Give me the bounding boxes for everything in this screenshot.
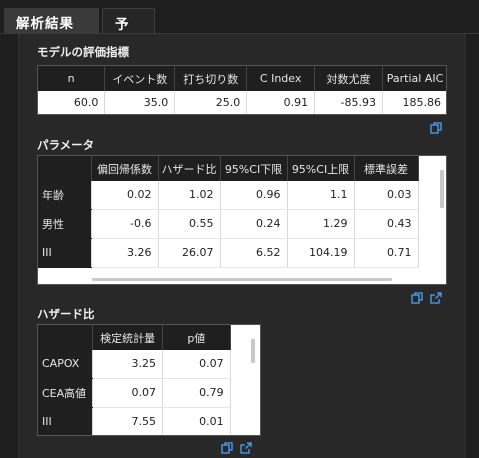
column-header: p値 [162,325,231,350]
vertical-scrollbar[interactable] [440,170,444,208]
column-header: 対数尤度 [314,66,383,91]
column-header [38,325,94,350]
column-header: 検定統計量 [92,325,163,350]
column-header: 95%CI上限 [287,156,355,181]
table-row: 年齢 0.02 1.02 0.96 1.1 0.03 [38,181,436,210]
table-cell: 185.86 [382,91,446,114]
table-row: CEA高値 0.07 0.79 [38,378,248,408]
table-cell: 6.52 [220,238,288,268]
table-cell: 60.0 [38,91,106,114]
model-metrics-title: モデルの評価指標 [37,45,129,59]
vertical-scrollbar[interactable] [251,339,255,363]
row-header: III [38,407,94,435]
table-cell: 25.0 [174,91,248,114]
table-cell [230,350,248,378]
table-cell [418,209,436,238]
table-cell: 1.29 [287,209,355,239]
table-cell: 0.43 [354,209,419,239]
table-cell: 0.07 [162,350,231,379]
table-row: III 3.26 26.07 6.52 104.19 0.71 [38,238,436,268]
parameters-table: 偏回帰係数 ハザード比 95%CI下限 95%CI上限 標準誤差 年齢 0.02… [37,155,447,285]
table-cell: 0.03 [354,181,419,210]
column-header: n [38,66,106,91]
tab-prediction[interactable]: 予測 [102,8,155,53]
table-cell: -0.6 [91,209,159,239]
row-header: III [38,238,92,268]
table-cell: 1.1 [287,181,355,210]
table-cell: 0.02 [91,181,159,210]
table-cell: 0.01 [162,407,231,435]
table-cell: 35.0 [104,91,176,114]
table-cell: 0.91 [246,91,316,114]
table-cell [418,181,436,209]
table-cell: 104.19 [287,238,355,268]
table-cell: 7.55 [92,407,163,435]
table-cell: 0.96 [220,181,288,210]
open-external-icon[interactable] [430,292,442,304]
table-cell: 26.07 [158,238,221,268]
column-header-filler [230,325,248,350]
copy-icon[interactable] [411,292,423,304]
column-header: ハザード比 [158,156,221,181]
hazard-title: ハザード比 [37,307,95,321]
table-cell: 3.26 [91,238,159,268]
table-cell: 3.25 [92,350,163,379]
table-row: CAPOX 3.25 0.07 [38,350,248,379]
table-cell: 0.79 [162,378,231,408]
column-header: C Index [246,66,316,91]
table-cell: 1.02 [158,181,221,210]
table-row: 男性 -0.6 0.55 0.24 1.29 0.43 [38,209,436,239]
hazard-table: 検定統計量 p値 CAPOX 3.25 0.07 CEA高値 0.07 0.79… [37,324,261,436]
column-header: 偏回帰係数 [91,156,159,181]
table-row: III 7.55 0.01 [38,407,248,435]
table-cell: 0.07 [92,378,163,408]
column-header-filler [418,156,436,181]
table-cell: 0.24 [220,209,288,239]
tab-bar: 解析結果 予測 [0,0,479,53]
column-header: Partial AIC [382,66,446,91]
column-header: 標準誤差 [354,156,419,181]
column-header: 95%CI下限 [220,156,288,181]
horizontal-scrollbar[interactable] [92,278,392,281]
copy-icon[interactable] [221,442,233,454]
table-cell [230,407,248,435]
model-metrics-table: n イベント数 打ち切り数 C Index 対数尤度 Partial AIC 6… [37,65,447,115]
row-header: 年齢 [38,181,92,210]
table-cell: -85.93 [314,91,383,114]
column-header: 打ち切り数 [174,66,248,91]
parameters-title: パラメータ [37,138,95,152]
row-header: CEA高値 [38,378,94,408]
table-cell [230,378,248,407]
row-header: 男性 [38,209,92,239]
column-header [38,156,92,181]
table-cell [418,238,436,267]
tab-analysis-results[interactable]: 解析結果 [4,8,99,34]
open-external-icon[interactable] [240,442,252,454]
row-header: CAPOX [38,350,94,379]
table-cell: 0.55 [158,209,221,239]
table-cell: 0.71 [354,238,419,268]
copy-icon[interactable] [430,122,442,134]
column-header: イベント数 [104,66,176,91]
